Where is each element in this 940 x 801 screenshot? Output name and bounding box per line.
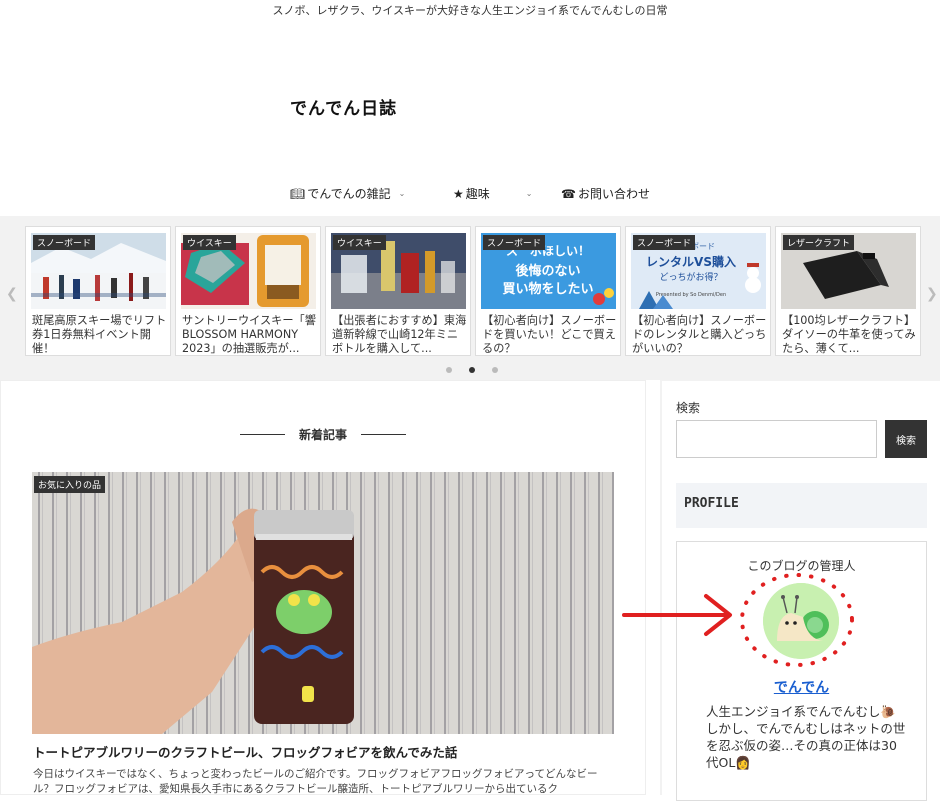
thumb-text: 買い物をしたい (502, 281, 593, 297)
carousel-card[interactable]: ウイスキー サントリーウイスキー「響 BLOSSOM HARMONY 2023」… (175, 226, 321, 356)
post-excerpt: 今日はウイスキーではなく、ちょっと変わったビールのご紹介です。フロッグフォビアフ… (33, 768, 598, 795)
category-badge: スノーボード (483, 235, 546, 250)
divider (361, 434, 407, 435)
category-badge: レザークラフト (783, 235, 855, 250)
carousel-card[interactable]: スノーボード スノーボード レンタルVS購入 どっちがお得？ Presented… (625, 226, 771, 356)
profile-heading: PROFILE (676, 483, 927, 528)
phone-icon: ☎︎ (561, 186, 576, 201)
profile-name-link[interactable]: でんでん (676, 677, 927, 697)
card-title: 【出張者におすすめ】東海道新幹線で山崎12年ミニボトルを購入して... (332, 314, 467, 355)
star-icon: ★ (453, 186, 464, 201)
search-button[interactable]: 検索 (885, 420, 927, 458)
carousel-card[interactable]: ウイスキー 【出張者におすすめ】東海道新幹線で山崎12年ミニボトルを購入して..… (325, 226, 471, 356)
carousel-card[interactable]: スノーボード ス ボほしい！ 後悔のない 買い物をしたい 【初心者向け】スノーボ… (475, 226, 621, 356)
search-label: 検索 (676, 401, 701, 415)
carousel-dot-active[interactable] (469, 367, 475, 373)
section-title: 新着記事 (299, 428, 348, 442)
carousel-prev-icon[interactable]: ❮ (6, 286, 18, 302)
thumb-text: レンタルVS購入 (646, 254, 736, 269)
category-badge: ウイスキー (183, 235, 236, 250)
card-title: 【100均レザークラフト】ダイソーの牛革を使ってみたら、薄くて... (782, 314, 916, 355)
carousel-card[interactable]: レザークラフト 【100均レザークラフト】ダイソーの牛革を使ってみたら、薄くて.… (775, 226, 921, 356)
carousel-dot[interactable] (446, 367, 452, 373)
thumb-text: 後悔のない (515, 263, 580, 279)
nav-item-label: でんでんの雑記 (307, 187, 391, 201)
thumb-text: Presented by So Denmi/Den (656, 292, 726, 298)
search-input[interactable] (676, 420, 877, 458)
arrow-annotation-icon (622, 594, 732, 636)
site-logo[interactable]: でんでん日誌 (290, 94, 397, 119)
carousel-dots (446, 367, 498, 373)
category-badge: ウイスキー (333, 235, 386, 250)
category-badge: お気に入りの品 (34, 476, 106, 493)
chevron-down-icon: ⌄ (398, 189, 406, 198)
nav-item-label: 趣味 (465, 187, 490, 201)
category-badge: スノーボード (633, 235, 696, 250)
category-badge: スノーボード (33, 235, 96, 250)
card-title: 【初心者向け】スノーボードのレンタルと購入どっちがいいの？ (632, 314, 767, 355)
carousel-next-icon[interactable]: ❯ (926, 286, 938, 302)
main-nav: 📖︎ でんでんの雑記 ⌄ ★ 趣味 ⌄ ☎︎ お問い合わせ (0, 185, 940, 205)
annotation-circle (740, 573, 854, 667)
card-title: サントリーウイスキー「響 BLOSSOM HARMONY 2023」の抽選販売が… (182, 314, 316, 355)
card-title: 斑尾高原スキー場でリフト券1日券無料イベント開催！ (32, 314, 167, 355)
post-title[interactable]: トートピアブルワリーのクラフトビール、フロッグフォビアを飲んでみた話 (33, 742, 457, 761)
profile-description: 人生エンジョイ系でんでんむし🐌しかし、でんでんむしはネットの世を忍ぶ仮の姿…その… (706, 704, 906, 770)
carousel-dot[interactable] (492, 367, 498, 373)
card-title: 【初心者向け】スノーボードを買いたい！どこで買えるの？ (482, 314, 617, 355)
nav-item-contact[interactable]: ☎︎ お問い合わせ (561, 185, 650, 202)
section-heading: 新着記事 (240, 426, 407, 443)
carousel-card[interactable]: スノーボード 斑尾高原スキー場でリフト券1日券無料イベント開催！ (25, 226, 171, 356)
chevron-down-icon: ⌄ (525, 189, 533, 198)
nav-item-zakki[interactable]: 📖︎ でんでんの雑記 ⌄ (290, 185, 405, 202)
nav-item-shumi[interactable]: ★ 趣味 ⌄ (453, 185, 532, 202)
thumb-text: どっちがお得？ (659, 271, 722, 283)
divider (240, 434, 285, 435)
nav-item-label: お問い合わせ (577, 187, 650, 201)
site-tagline: スノボ、レザクラ、ウイスキーが大好きな人生エンジョイ系でんでんむしの日常 (272, 4, 668, 17)
book-icon: 📖︎ (290, 186, 306, 201)
featured-post-image[interactable]: お気に入りの品 (32, 472, 614, 734)
